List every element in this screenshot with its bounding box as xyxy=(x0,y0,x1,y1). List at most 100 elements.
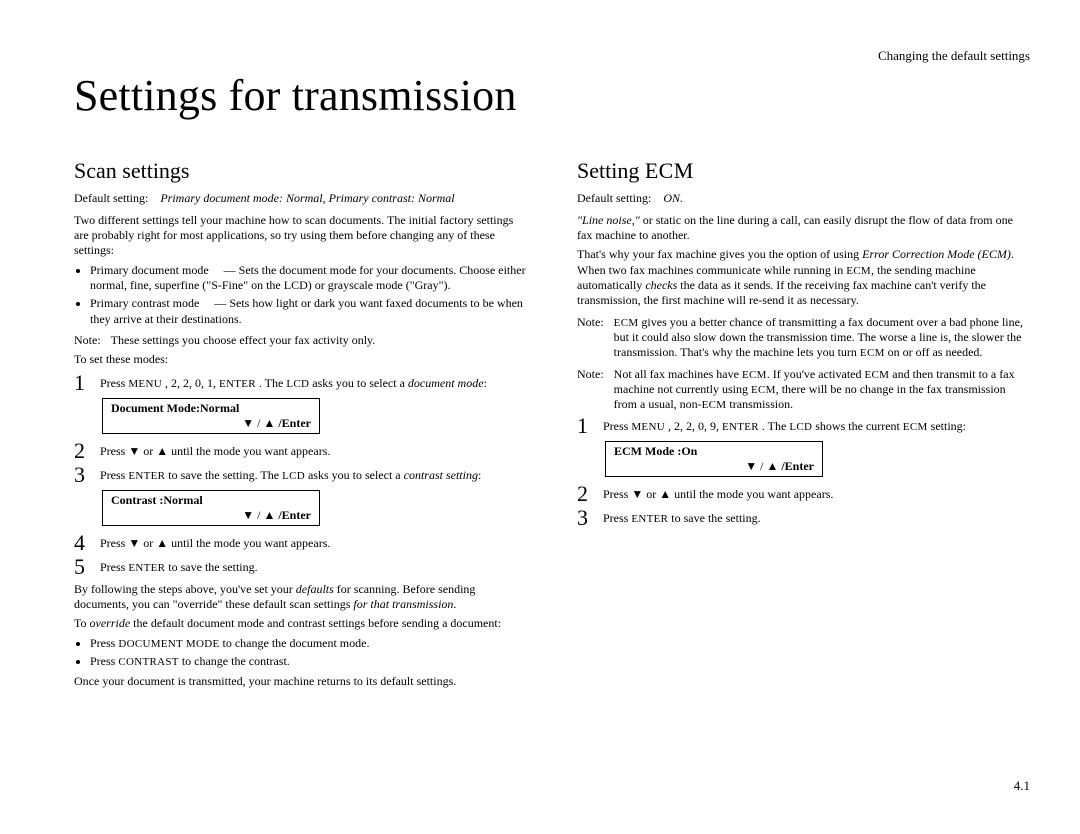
menu-key: MENU xyxy=(128,378,162,390)
text: : xyxy=(484,376,487,390)
text: setting: xyxy=(928,419,966,433)
text: . The xyxy=(759,419,789,433)
lcd-display-document-mode: Document Mode:Normal ▼ / ▲ /Enter xyxy=(102,398,320,434)
default-value: Primary document mode: Normal, Primary c… xyxy=(160,191,454,205)
ecm-smallcaps: ECM xyxy=(645,158,694,183)
italic: for that transmission xyxy=(353,597,453,611)
step-body: Press ENTER to save the setting. xyxy=(603,507,1030,526)
lcd-display-ecm: ECM Mode :On ▼ / ▲ /Enter xyxy=(605,441,823,477)
note-body: ECM gives you a better chance of transmi… xyxy=(614,315,1030,361)
bullet-key: Primary document mode xyxy=(90,263,209,277)
page-title: Settings for transmission xyxy=(74,70,1030,121)
lcd-line2: ▼ / ▲ /Enter xyxy=(111,508,311,523)
running-head: Changing the default settings xyxy=(878,48,1030,64)
text: That's why your fax machine gives you th… xyxy=(577,247,862,261)
bullet-primary-contrast-mode: Primary contrast mode — Sets how light o… xyxy=(90,296,527,327)
lcd-line1: Contrast :Normal xyxy=(111,493,311,508)
step-number: 1 xyxy=(577,415,603,437)
enter-key: ENTER xyxy=(219,378,256,390)
step-body: Press ▼ or ▲ until the mode you want app… xyxy=(100,440,527,459)
step-number: 3 xyxy=(577,507,603,529)
default-label: Default setting: xyxy=(577,191,651,205)
note-body: These settings you choose effect your fa… xyxy=(111,333,527,348)
note-body: Not all fax machines have ECM. If you've… xyxy=(614,367,1030,413)
intro-paragraph: Two different settings tell your machine… xyxy=(74,213,527,259)
ecm-text: ECM xyxy=(742,369,767,381)
enter-key: ENTER xyxy=(722,421,759,433)
page: Changing the default settings Settings f… xyxy=(0,0,1080,834)
ecm-steps-block: 1 Press MENU , 2, 2, 0, 9, ENTER . The L… xyxy=(577,415,1030,529)
step-number: 2 xyxy=(577,483,603,505)
ecm-text: ECM xyxy=(860,347,885,359)
lcd-text: LCD xyxy=(789,421,812,433)
text: asks you to select a xyxy=(305,468,404,482)
italic: "Line noise," xyxy=(577,213,640,227)
enter-key: ENTER xyxy=(128,562,165,574)
bullet-key: Primary contrast mode xyxy=(90,296,199,310)
text: Press xyxy=(90,636,118,650)
override-paragraph-1: By following the steps above, you've set… xyxy=(74,582,527,613)
italic: checks xyxy=(645,278,677,292)
step-3: 3 Press ENTER to save the setting. The L… xyxy=(74,464,527,486)
arrows-icon: ▼ / ▲ xyxy=(242,508,275,522)
note-row-2: Note: Not all fax machines have ECM. If … xyxy=(577,367,1030,413)
contrast-key: CONTRAST xyxy=(118,656,178,668)
step-number: 4 xyxy=(74,532,100,554)
lcd-line1: ECM Mode :On xyxy=(614,444,814,459)
setting-ecm-heading: Setting ECM xyxy=(577,157,1030,185)
step-body: Press MENU , 2, 2, 0, 9, ENTER . The LCD… xyxy=(603,415,1030,434)
italic: defaults xyxy=(296,582,334,596)
text: asks you to select a xyxy=(309,376,408,390)
ecm-text: ECM xyxy=(903,421,928,433)
text: to change the contrast. xyxy=(179,654,290,668)
text: Setting xyxy=(577,158,645,183)
text: the default document mode and contrast s… xyxy=(130,616,501,630)
bullet-list: Primary document mode — Sets the documen… xyxy=(74,263,527,327)
ecm-paragraph-1: "Line noise," or static on the line duri… xyxy=(577,213,1030,244)
text: , 2, 2, 0, 9, xyxy=(665,419,722,433)
italic: Error Correction Mode (ECM) xyxy=(862,247,1011,261)
step-2: 2 Press ▼ or ▲ until the mode you want a… xyxy=(74,440,527,462)
default-setting-line: Default setting: ON. xyxy=(577,191,1030,206)
step-number: 3 xyxy=(74,464,100,486)
step-number: 1 xyxy=(74,372,100,394)
step-number: 5 xyxy=(74,556,100,578)
note-row-1: Note: ECM gives you a better chance of t… xyxy=(577,315,1030,361)
document-mode-key: DOCUMENT MODE xyxy=(118,638,219,650)
override-bullet-contrast: Press CONTRAST to change the contrast. xyxy=(90,654,527,669)
enter-label: /Enter xyxy=(278,416,311,430)
text: to save the setting. xyxy=(668,511,760,525)
lcd-display-contrast: Contrast :Normal ▼ / ▲ /Enter xyxy=(102,490,320,526)
text: , 2, 2, 0, 1, xyxy=(162,376,219,390)
text: . If you've activated xyxy=(767,367,865,381)
text: : xyxy=(478,468,481,482)
override-bullet-document-mode: Press DOCUMENT MODE to change the docume… xyxy=(90,636,527,651)
enter-key: ENTER xyxy=(128,470,165,482)
final-paragraph: Once your document is transmitted, your … xyxy=(74,674,527,689)
italic: contrast setting xyxy=(404,468,478,482)
text: . The xyxy=(256,376,286,390)
text: . xyxy=(453,597,456,611)
note-row: Note: These settings you choose effect y… xyxy=(74,333,527,348)
text: Press xyxy=(100,560,128,574)
enter-label: /Enter xyxy=(781,459,814,473)
ecm-text: ECM xyxy=(702,399,727,411)
step-number: 2 xyxy=(74,440,100,462)
text: to change the document mode. xyxy=(220,636,370,650)
step-5: 5 Press ENTER to save the setting. xyxy=(74,556,527,578)
lcd-text: LCD xyxy=(282,470,305,482)
scan-settings-heading: Scan settings xyxy=(74,157,527,185)
default-setting-line: Default setting: Primary document mode: … xyxy=(74,191,527,206)
lcd-text: LCD xyxy=(286,378,309,390)
text: Press xyxy=(90,654,118,668)
enter-key: ENTER xyxy=(631,513,668,525)
enter-label: /Enter xyxy=(278,508,311,522)
ecm-step-1: 1 Press MENU , 2, 2, 0, 9, ENTER . The L… xyxy=(577,415,1030,437)
lcd-line2: ▼ / ▲ /Enter xyxy=(111,416,311,431)
lcd-line2: ▼ / ▲ /Enter xyxy=(614,459,814,474)
right-column: Setting ECM Default setting: ON. "Line n… xyxy=(577,157,1030,693)
note-label: Note: xyxy=(74,333,101,348)
arrows-icon: ▼ / ▲ xyxy=(242,416,275,430)
text: By following the steps above, you've set… xyxy=(74,582,296,596)
text: Press xyxy=(100,376,128,390)
